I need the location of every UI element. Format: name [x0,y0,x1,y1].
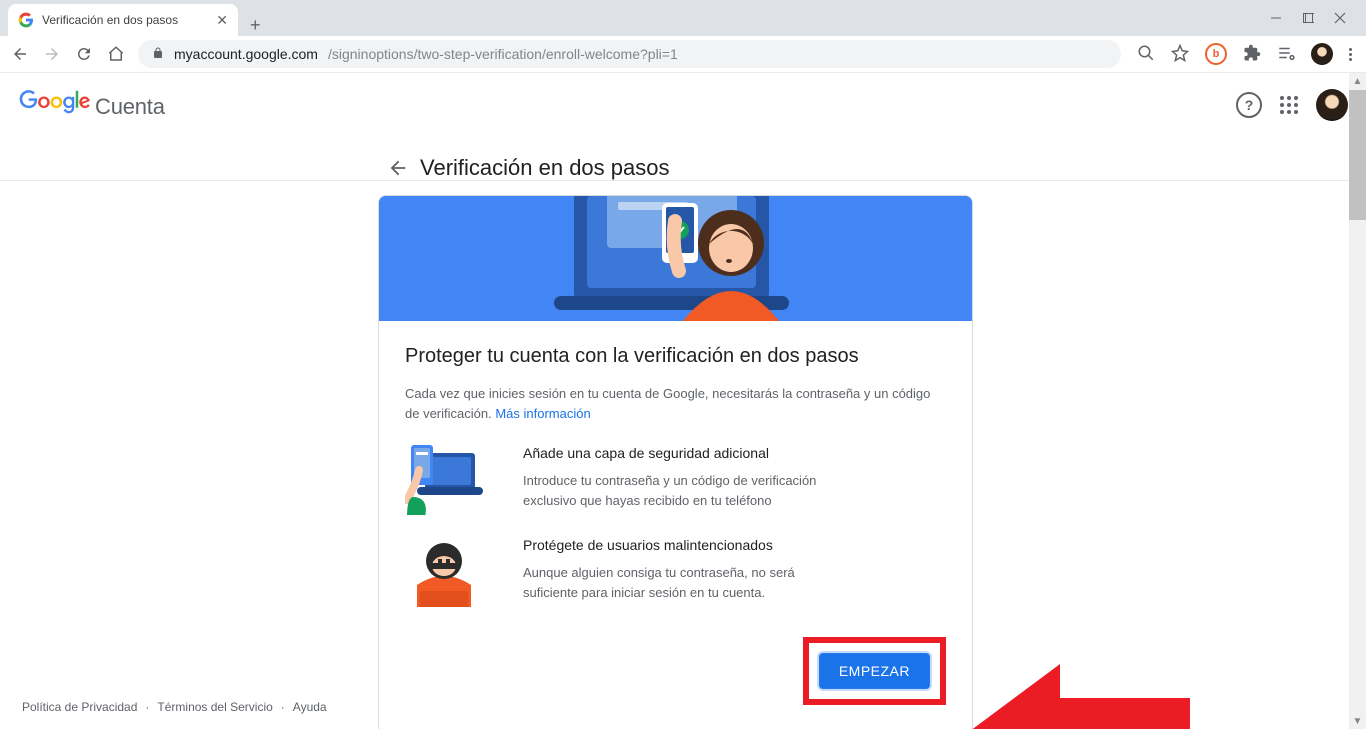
scroll-up-icon[interactable]: ▲ [1349,73,1366,90]
url-host: myaccount.google.com [174,46,318,62]
google-wordmark-icon [18,90,92,114]
window-controls [1250,0,1366,36]
zoom-icon[interactable] [1137,44,1155,65]
extension-badge-icon[interactable]: b [1205,43,1227,65]
account-avatar[interactable] [1316,89,1348,121]
get-started-button[interactable]: EMPEZAR [819,653,930,689]
benefit-extra-layer: Añade una capa de seguridad adicional In… [405,445,946,515]
chrome-menu-icon[interactable] [1349,46,1352,63]
help-icon[interactable]: ? [1236,92,1262,118]
browser-tab[interactable]: Verificación en dos pasos ✕ [8,4,238,36]
tab-title: Verificación en dos pasos [42,13,178,27]
google-favicon-icon [18,12,34,28]
hero-illustration [379,196,972,321]
benefit-protect: Protégete de usuarios malintencionados A… [405,537,946,607]
back-arrow-icon[interactable] [386,156,410,180]
page-title: Verificación en dos pasos [420,155,670,181]
home-button[interactable] [106,44,126,64]
minimize-icon[interactable] [1270,12,1282,24]
close-window-icon[interactable] [1334,12,1346,24]
back-button[interactable] [10,44,30,64]
address-bar[interactable]: myaccount.google.com/signinoptions/two-s… [138,40,1121,68]
tab-strip: Verificación en dos pasos ✕ + [0,0,1366,36]
cta-row: EMPEZAR [405,637,946,705]
google-logo[interactable]: Cuenta [18,90,165,120]
learn-more-link[interactable]: Más información [495,406,590,421]
benefit1-desc: Introduce tu contraseña y un código de v… [523,471,823,510]
scrollbar[interactable]: ▲ ▼ [1349,73,1366,729]
card-lead-text: Cada vez que inicies sesión en tu cuenta… [405,384,946,423]
header-divider [0,180,1349,181]
page-heading-row: Verificación en dos pasos [378,137,973,195]
lock-icon [152,46,164,63]
reload-button[interactable] [74,44,94,64]
google-account-header: Cuenta ? [0,73,1366,137]
browser-toolbar: myaccount.google.com/signinoptions/two-s… [0,36,1366,73]
footer-separator: · [145,700,149,714]
footer-privacy-link[interactable]: Política de Privacidad [22,700,137,714]
product-name: Cuenta [95,94,165,120]
hero-svg [379,196,972,321]
profile-avatar-icon[interactable] [1311,43,1333,65]
page-content: ▲ ▼ Cuenta ? Verificación en dos pasos [0,73,1366,729]
footer-terms-link[interactable]: Términos del Servicio [157,700,272,714]
annotation-arrow-icon [970,656,1190,729]
page-footer: Política de Privacidad · Términos del Se… [22,700,327,714]
scroll-thumb[interactable] [1349,90,1366,220]
devices-illustration-icon [405,445,483,515]
hacker-illustration-icon [405,537,483,607]
reading-list-icon[interactable] [1277,44,1295,65]
benefit2-title: Protégete de usuarios malintencionados [523,537,823,553]
benefit1-title: Añade una capa de seguridad adicional [523,445,823,461]
main-card: Proteger tu cuenta con la verificación e… [378,195,973,729]
url-path: /signinoptions/two-step-verification/enr… [328,46,678,62]
scroll-down-icon[interactable]: ▼ [1349,713,1366,729]
annotation-highlight-box: EMPEZAR [803,637,946,705]
forward-button[interactable] [42,44,62,64]
footer-separator: · [281,700,285,714]
bookmark-star-icon[interactable] [1171,44,1189,65]
footer-help-link[interactable]: Ayuda [293,700,327,714]
new-tab-button[interactable]: + [238,15,273,36]
card-heading: Proteger tu cuenta con la verificación e… [405,345,946,368]
close-tab-icon[interactable]: ✕ [216,12,228,29]
maximize-icon[interactable] [1302,12,1314,24]
apps-grid-icon[interactable] [1280,96,1298,114]
benefit2-desc: Aunque alguien consiga tu contraseña, no… [523,563,823,602]
extensions-icon[interactable] [1243,44,1261,65]
